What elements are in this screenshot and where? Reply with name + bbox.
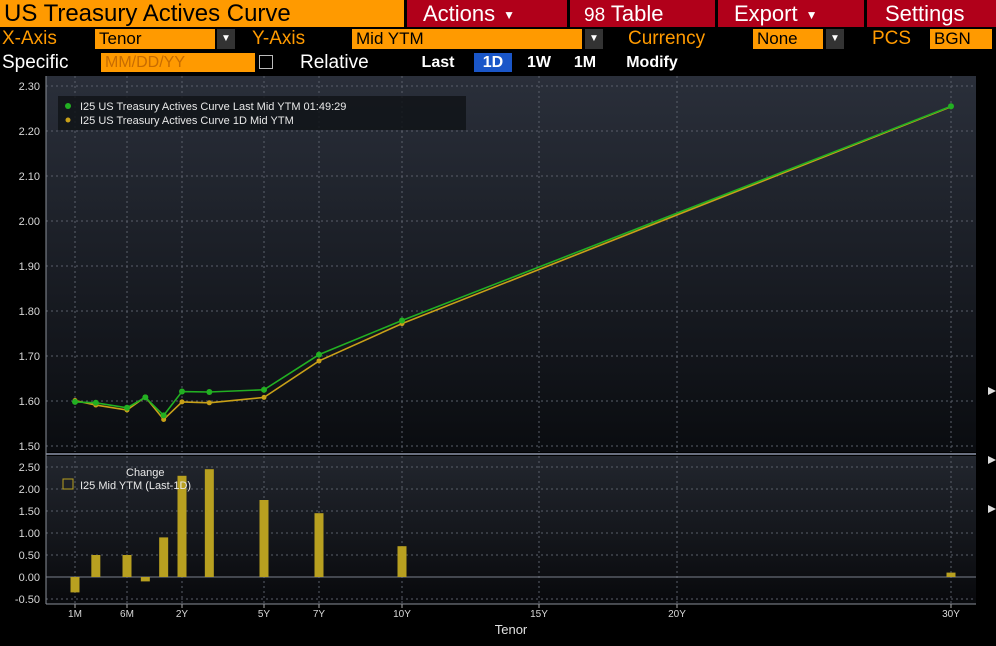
relative-label: Relative (300, 52, 369, 73)
caret-down-icon: ▼ (805, 7, 818, 22)
x-tick-label: 5Y (258, 609, 271, 620)
x-tick-label: 10Y (393, 609, 411, 620)
table-number: 98 (584, 5, 606, 26)
last-yield-point (948, 103, 954, 110)
y-tick-label: 2.00 (19, 216, 40, 228)
y-tick-label: 2.10 (19, 171, 40, 183)
prior-yield-point (316, 358, 322, 364)
chevron-down-icon[interactable]: ▼ (826, 29, 844, 49)
y-tick-label: 2.00 (19, 484, 40, 496)
change-bar (122, 555, 132, 577)
y-tick-label: 2.50 (19, 462, 40, 474)
last-yield-point (72, 398, 78, 405)
currency-label: Currency (628, 28, 706, 49)
change-legend-title: Change (126, 467, 165, 479)
x-tick-label: 15Y (530, 609, 548, 620)
last-yield-point (206, 389, 213, 395)
change-bar (259, 500, 269, 577)
last-yield-point (261, 386, 267, 393)
legend-last-marker (65, 103, 71, 109)
range-1m[interactable]: 1M (566, 53, 604, 72)
yield-curve-chart: 1M 6M 2Y 5Y 7Y 10Y 15Y 20Y 30Y 2.30 2.20 2.10 2.00 1.… (15, 76, 996, 637)
settings-label: Settings (885, 1, 965, 26)
y-tick-label: 0.50 (19, 550, 40, 562)
x-tick-label: 2Y (176, 609, 189, 620)
x-axis-title: Tenor (495, 622, 528, 637)
range-last[interactable]: Last (409, 53, 467, 72)
y-tick-label: -0.50 (15, 594, 40, 606)
x-tick-label: 1M (68, 609, 82, 620)
title-bar: US Treasury Actives Curve Actions ▼ 98 Ta… (0, 0, 996, 27)
prior-yield-point (261, 394, 267, 400)
table-button[interactable]: 98 Table (570, 0, 715, 27)
pointer-right-icon (988, 505, 996, 513)
y-tick-label: 1.70 (19, 351, 40, 363)
actions-menu[interactable]: Actions ▼ (407, 0, 567, 27)
y-axis-label: Y-Axis (252, 28, 306, 49)
change-bar (159, 537, 169, 577)
window-title: US Treasury Actives Curve (0, 0, 404, 27)
export-menu[interactable]: Export ▼ (718, 0, 864, 27)
change-bar (70, 577, 80, 593)
export-label: Export (734, 1, 798, 26)
specific-label: Specific (2, 52, 69, 73)
last-yield-point (124, 404, 130, 411)
range-1w[interactable]: 1W (520, 53, 558, 72)
y-tick-label: 1.80 (19, 306, 40, 318)
x-axis-label: X-Axis (2, 28, 57, 49)
chevron-down-icon[interactable]: ▼ (217, 29, 235, 49)
last-yield-point (179, 388, 185, 395)
change-bar (204, 469, 214, 577)
chevron-down-icon[interactable]: ▼ (585, 29, 603, 49)
pointer-right-icon (988, 387, 996, 395)
change-legend-label: I25 Mid YTM (Last-1D) (80, 480, 191, 492)
last-yield-point (92, 399, 99, 406)
table-label: Table (610, 1, 664, 26)
last-yield-point (160, 412, 167, 419)
prior-yield-point (179, 399, 185, 405)
date-input[interactable]: MM/DD/YY (101, 53, 255, 72)
x-tick-label: 30Y (942, 609, 960, 620)
change-bar (946, 572, 956, 577)
change-bar (140, 577, 150, 582)
main-plot-area (46, 76, 976, 452)
y-tick-label: 1.50 (19, 506, 40, 518)
legend-prior-label: I25 US Treasury Actives Curve 1D Mid YTM (80, 115, 294, 127)
y-tick-label: 1.60 (19, 396, 40, 408)
range-modify[interactable]: Modify (612, 53, 692, 72)
last-yield-point (316, 351, 322, 358)
last-yield-point (399, 317, 405, 324)
settings-menu[interactable]: Settings (867, 0, 996, 27)
change-bar (397, 546, 407, 577)
y-tick-label: 1.50 (19, 441, 40, 453)
y-tick-label: 1.00 (19, 528, 40, 540)
pcs-field[interactable]: BGN (930, 29, 992, 49)
pointer-right-icon (988, 456, 996, 464)
change-bar (91, 555, 101, 577)
x-tick-label: 6M (120, 609, 134, 620)
last-yield-point (142, 394, 149, 401)
y-tick-label: 2.30 (19, 81, 40, 93)
y-axis-select[interactable]: Mid YTM (352, 29, 582, 49)
x-tick-label: 20Y (668, 609, 686, 620)
calendar-icon[interactable] (259, 55, 273, 69)
currency-select[interactable]: None (753, 29, 823, 49)
legend-prior-marker (65, 117, 71, 123)
range-1d[interactable]: 1D (474, 53, 512, 72)
pcs-label: PCS (872, 28, 912, 49)
y-tick-label: 1.90 (19, 261, 40, 273)
prior-yield-point (206, 400, 212, 406)
legend-last-label: I25 US Treasury Actives Curve Last Mid Y… (80, 101, 346, 113)
actions-label: Actions (423, 1, 496, 26)
caret-down-icon: ▼ (503, 7, 516, 22)
change-bar (314, 513, 324, 577)
y-tick-label: 2.20 (19, 126, 40, 138)
x-axis-select[interactable]: Tenor (95, 29, 215, 49)
y-tick-label: 0.00 (19, 572, 40, 584)
x-tick-label: 7Y (313, 609, 326, 620)
